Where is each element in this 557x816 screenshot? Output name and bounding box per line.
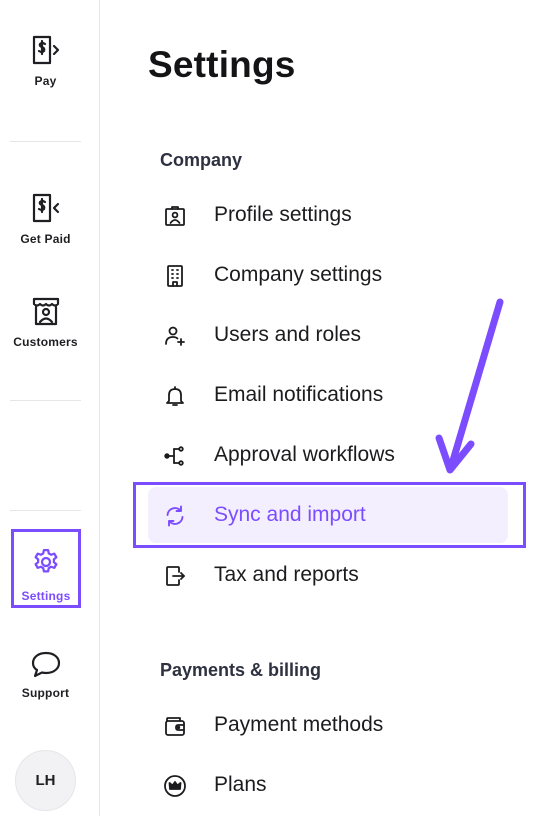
nav-pay-label: Pay bbox=[34, 74, 57, 88]
menu-item-email-notifications[interactable]: Email notifications bbox=[148, 367, 508, 423]
gear-icon bbox=[31, 547, 61, 582]
nav-get-paid[interactable]: Get Paid bbox=[0, 192, 91, 246]
sidebar-divider bbox=[10, 141, 81, 142]
menu-item-plans[interactable]: Plans bbox=[148, 757, 508, 813]
menu-item-company-settings[interactable]: Company settings bbox=[148, 247, 508, 303]
menu-item-users-and-roles[interactable]: Users and roles bbox=[148, 307, 508, 363]
nav-support-label: Support bbox=[21, 686, 70, 700]
menu-item-payment-methods[interactable]: Payment methods bbox=[148, 697, 508, 753]
menu-item-label: Users and roles bbox=[214, 323, 362, 346]
menu-item-label: Payment methods bbox=[214, 713, 384, 736]
dollar-doc-icon bbox=[31, 34, 61, 66]
sync-icon bbox=[163, 504, 187, 528]
menu-item-tax-and-reports[interactable]: Tax and reports bbox=[148, 547, 508, 603]
crown-icon bbox=[163, 774, 187, 798]
nav-pay[interactable]: Pay bbox=[0, 34, 91, 88]
dollar-doc-receive-icon bbox=[31, 192, 61, 224]
nav-customers[interactable]: Customers bbox=[0, 295, 91, 349]
section-title-company: Company bbox=[160, 150, 243, 170]
chat-bubble-icon bbox=[31, 650, 61, 678]
nav-customers-label: Customers bbox=[13, 335, 78, 349]
nav-settings-label: Settings bbox=[21, 589, 71, 603]
sidebar-divider bbox=[10, 510, 81, 511]
menu-item-label: Company settings bbox=[214, 263, 383, 286]
menu-item-label: Sync and import bbox=[214, 503, 366, 526]
profile-badge-icon bbox=[163, 204, 187, 228]
menu-item-profile-settings[interactable]: Profile settings bbox=[148, 187, 508, 243]
section-title-payments-billing: Payments & billing bbox=[160, 660, 322, 680]
nav-support[interactable]: Support bbox=[0, 650, 91, 700]
user-avatar[interactable]: LH bbox=[15, 750, 76, 811]
user-plus-icon bbox=[163, 324, 187, 348]
bell-icon bbox=[163, 384, 187, 408]
menu-item-sync-and-import[interactable]: Sync and import bbox=[148, 487, 508, 543]
menu-item-approval-workflows[interactable]: Approval workflows bbox=[148, 427, 508, 483]
nav-get-paid-label: Get Paid bbox=[20, 232, 71, 246]
building-icon bbox=[163, 264, 187, 288]
wallet-icon bbox=[163, 714, 187, 738]
menu-item-label: Profile settings bbox=[214, 203, 352, 226]
nav-settings[interactable]: Settings bbox=[11, 529, 81, 608]
export-doc-icon bbox=[163, 564, 187, 588]
menu-item-label: Tax and reports bbox=[214, 563, 359, 586]
store-person-icon bbox=[30, 295, 62, 327]
workflow-icon bbox=[163, 444, 187, 468]
menu-item-label: Email notifications bbox=[214, 383, 384, 406]
page-title: Settings bbox=[148, 44, 296, 85]
menu-item-label: Plans bbox=[214, 773, 267, 796]
menu-item-label: Approval workflows bbox=[214, 443, 395, 466]
sidebar: Pay Get Paid Customers Settings Support … bbox=[0, 0, 100, 816]
sidebar-divider bbox=[10, 400, 81, 401]
